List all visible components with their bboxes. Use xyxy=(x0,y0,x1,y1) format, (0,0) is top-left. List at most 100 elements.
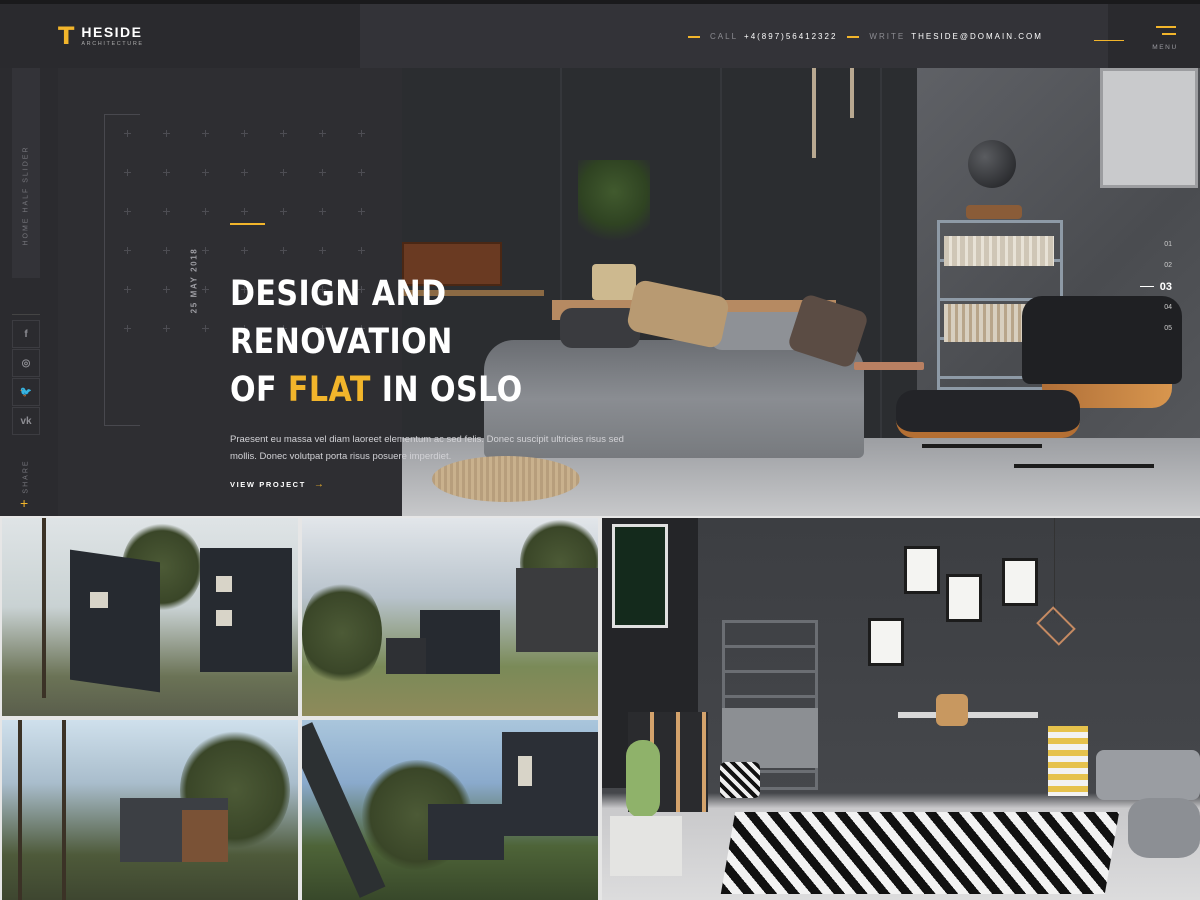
globe-base xyxy=(966,205,1022,219)
view-project-label: VIEW PROJECT xyxy=(230,480,306,489)
decor-plus xyxy=(241,247,248,254)
plant xyxy=(578,160,650,266)
decor-plus xyxy=(124,286,131,293)
gallery-image-cliff-house[interactable] xyxy=(2,720,298,900)
window xyxy=(518,756,532,786)
email-link[interactable]: THESIDE@DOMAIN.COM xyxy=(911,32,1043,41)
decor-plus xyxy=(124,169,131,176)
decor-plus xyxy=(241,208,248,215)
headline-word: OF xyxy=(230,370,278,410)
picture-frame xyxy=(868,618,904,666)
gallery-image-hillside-houses[interactable] xyxy=(302,518,598,716)
building xyxy=(420,610,500,674)
building xyxy=(516,568,598,652)
wall-painting xyxy=(1100,68,1198,188)
decor-plus xyxy=(241,130,248,137)
books xyxy=(944,236,1054,266)
picture-frame xyxy=(904,546,940,594)
write-label: WRITE xyxy=(869,32,906,41)
building xyxy=(502,732,598,836)
logo-mark: T xyxy=(58,22,75,50)
decor-plus xyxy=(202,247,209,254)
headline-accent xyxy=(230,223,265,225)
striped-basket xyxy=(1048,726,1088,796)
decor-plus xyxy=(280,130,287,137)
building xyxy=(200,548,292,672)
decor-plus xyxy=(319,208,326,215)
slide-pager-item[interactable]: 01 xyxy=(1132,234,1172,255)
knit-pouf xyxy=(1128,798,1200,858)
share-plus-icon[interactable]: + xyxy=(20,496,28,510)
slide-pager: 01 02 03 04 05 xyxy=(1132,234,1172,339)
accent-bar xyxy=(688,35,700,38)
share-label: SHARE xyxy=(22,459,30,494)
page: T HESIDE ARCHITECTURE CALL +4(897)564123… xyxy=(0,0,1200,900)
slide-pager-item[interactable]: 03 xyxy=(1132,276,1172,297)
headline-word: IN OSLO xyxy=(381,370,523,410)
decor-plus xyxy=(124,208,131,215)
post-date: 25 MAY 2018 xyxy=(189,247,199,314)
decor-plus xyxy=(124,325,131,332)
building xyxy=(70,549,160,693)
gallery-image-tree-house[interactable] xyxy=(302,720,598,900)
instagram-icon[interactable]: ◎ xyxy=(12,349,40,377)
decor-plus xyxy=(319,130,326,137)
building xyxy=(182,810,228,862)
picture-frame xyxy=(1002,558,1038,606)
decor-plus xyxy=(124,130,131,137)
decor-plus xyxy=(163,247,170,254)
slide-pager-item[interactable]: 02 xyxy=(1132,255,1172,276)
phone-link[interactable]: +4(897)56412322 xyxy=(744,32,837,41)
decor-plus xyxy=(358,130,365,137)
slide-pager-item[interactable]: 05 xyxy=(1132,318,1172,339)
concrete-planter xyxy=(610,816,682,876)
decor-plus xyxy=(280,169,287,176)
gallery-image-interior[interactable] xyxy=(602,518,1200,900)
logo[interactable]: T HESIDE ARCHITECTURE xyxy=(58,24,144,48)
pendant-lamp xyxy=(1036,606,1076,646)
project-gallery xyxy=(0,516,1200,900)
sofa xyxy=(1096,750,1200,800)
decor-plus xyxy=(202,325,209,332)
decor-plus xyxy=(202,286,209,293)
hero-headline: DESIGN AND RENOVATION OF FLAT IN OSLO xyxy=(230,270,523,414)
menu-label: MENU xyxy=(1152,44,1178,51)
hero-slider: HOME HALF SLIDER f ◎ 🐦 vk SHARE + 25 MAY… xyxy=(0,68,1200,516)
plant-pot xyxy=(592,264,636,300)
hanging-rope xyxy=(812,68,816,158)
twitter-icon[interactable]: 🐦 xyxy=(12,378,40,406)
chair-base xyxy=(1014,464,1154,468)
decor-plus xyxy=(163,325,170,332)
arrow-right-icon: → xyxy=(313,479,326,490)
desk-chair xyxy=(936,694,968,726)
decor-plus xyxy=(319,247,326,254)
decor-plus xyxy=(202,130,209,137)
decor-plus xyxy=(163,130,170,137)
decor-plus xyxy=(163,169,170,176)
slide-pager-item[interactable]: 04 xyxy=(1132,297,1172,318)
logo-text: HESIDE ARCHITECTURE xyxy=(81,25,143,47)
tree xyxy=(302,578,382,688)
chair-base xyxy=(922,444,1042,448)
window xyxy=(216,576,232,592)
slider-label: HOME HALF SLIDER xyxy=(22,145,30,246)
hamburger-icon xyxy=(1154,26,1176,38)
site-header: T HESIDE ARCHITECTURE CALL +4(897)564123… xyxy=(0,0,1200,68)
menu-accent-line xyxy=(1094,40,1124,41)
leaf-artwork xyxy=(612,524,668,628)
call-label: CALL xyxy=(710,32,739,41)
accent-bar xyxy=(847,35,860,38)
decor-plus xyxy=(202,169,209,176)
facebook-icon[interactable]: f xyxy=(12,320,40,348)
vk-icon[interactable]: vk xyxy=(12,407,40,435)
view-project-link[interactable]: VIEW PROJECT → xyxy=(230,479,325,490)
building xyxy=(428,804,504,860)
logo-name: HESIDE xyxy=(81,24,143,40)
decor-plus xyxy=(163,208,170,215)
gallery-image-forest-house[interactable] xyxy=(2,518,298,716)
hanging-rope xyxy=(850,68,854,118)
decor-plus xyxy=(124,247,131,254)
sidebar-divider xyxy=(12,314,40,315)
hero-description: Praesent eu massa vel diam laoreet eleme… xyxy=(230,434,624,462)
menu-button[interactable]: MENU xyxy=(1148,26,1182,51)
